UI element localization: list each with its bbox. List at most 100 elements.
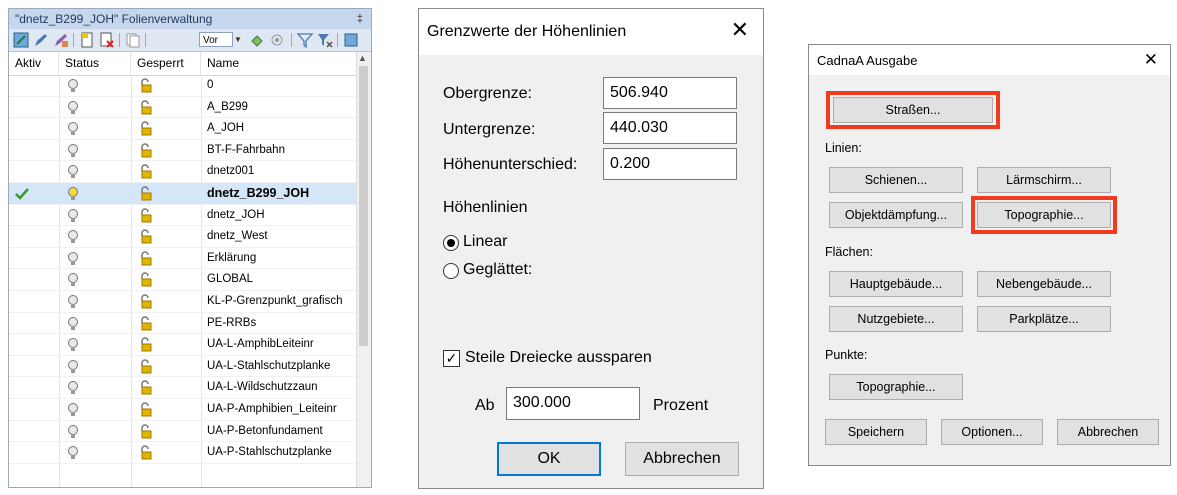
active-check-icon[interactable] <box>15 183 29 205</box>
lightbulb-icon[interactable] <box>67 421 79 443</box>
layer-row[interactable]: A_B299 <box>9 97 359 119</box>
scroll-up-icon[interactable]: ▲ <box>358 53 367 63</box>
layer-row[interactable]: dnetz_JOH <box>9 205 359 227</box>
lock-open-icon[interactable] <box>139 356 153 378</box>
column-header-name[interactable]: Name <box>201 52 359 75</box>
objektdaempfung-button[interactable]: Objektdämpfung... <box>829 202 963 228</box>
layer-row[interactable]: Erklärung <box>9 248 359 270</box>
topographie-punkte-button[interactable]: Topographie... <box>829 374 963 400</box>
lock-open-icon[interactable] <box>139 97 153 119</box>
column-header-status[interactable]: Status <box>59 52 131 75</box>
close-icon[interactable]: ✕ <box>731 19 749 41</box>
layer-row[interactable]: BT-F-Fahrbahn <box>9 140 359 162</box>
nutzgebiete-button[interactable]: Nutzgebiete... <box>829 306 963 332</box>
steile-dreiecke-checkbox[interactable]: ✓ <box>443 350 460 367</box>
lightbulb-icon[interactable] <box>67 399 79 421</box>
lightbulb-icon[interactable] <box>67 226 79 248</box>
steile-dreiecke-label[interactable]: Steile Dreiecke aussparen <box>465 349 652 367</box>
lightbulb-icon[interactable] <box>67 97 79 119</box>
abbrechen-button[interactable]: Abbrechen <box>1057 419 1159 445</box>
hoehenunterschied-field[interactable]: 0.200 <box>603 148 737 180</box>
parkplaetze-button[interactable]: Parkplätze... <box>977 306 1111 332</box>
layer-row[interactable]: GLOBAL <box>9 269 359 291</box>
lightbulb-icon[interactable] <box>67 248 79 270</box>
lock-open-icon[interactable] <box>139 183 153 205</box>
lock-open-icon[interactable] <box>139 442 153 464</box>
lock-open-icon[interactable] <box>139 118 153 140</box>
new-layer-active-icon[interactable] <box>13 32 29 48</box>
lightbulb-icon[interactable] <box>67 377 79 399</box>
lightbulb-icon[interactable] <box>67 269 79 291</box>
layer-row[interactable]: dnetz_West <box>9 226 359 248</box>
untergrenze-field[interactable]: 440.030 <box>603 112 737 144</box>
visibility-icon[interactable] <box>269 32 285 48</box>
color-bucket-icon[interactable] <box>249 32 265 48</box>
scrollbar-thumb[interactable] <box>359 66 368 346</box>
topographie-linien-button[interactable]: Topographie... <box>977 202 1111 228</box>
hauptgebaeude-button[interactable]: Hauptgebäude... <box>829 271 963 297</box>
lightbulb-icon[interactable] <box>67 118 79 140</box>
speichern-button[interactable]: Speichern <box>825 419 927 445</box>
lightbulb-icon[interactable] <box>67 442 79 464</box>
filter-clear-icon[interactable] <box>317 32 333 48</box>
layer-row[interactable]: PE-RRBs <box>9 313 359 335</box>
layer-row[interactable]: UA-P-Amphibien_Leiteinr <box>9 399 359 421</box>
abbrechen-button[interactable]: Abbrechen <box>625 442 739 476</box>
layer-row[interactable]: dnetz_B299_JOH <box>9 182 359 205</box>
chevron-down-icon[interactable]: ▼ <box>233 32 243 47</box>
layer-row[interactable]: KL-P-Grenzpunkt_grafisch <box>9 291 359 313</box>
schienen-button[interactable]: Schienen... <box>829 167 963 193</box>
strassen-button[interactable]: Straßen... <box>833 97 993 123</box>
copy-icon[interactable] <box>125 32 141 48</box>
lock-open-icon[interactable] <box>139 140 153 162</box>
obergrenze-field[interactable]: 506.940 <box>603 77 737 109</box>
layer-row[interactable]: UA-P-Stahlschutzplanke <box>9 442 359 464</box>
edit-layer-icon[interactable] <box>33 32 49 48</box>
new-document-icon[interactable] <box>79 32 95 48</box>
filter-icon[interactable] <box>296 32 314 49</box>
layer-list-scrollbar[interactable]: ▲ <box>356 52 371 487</box>
lightbulb-icon[interactable] <box>67 183 79 205</box>
lightbulb-icon[interactable] <box>67 140 79 162</box>
lightbulb-icon[interactable] <box>67 334 79 356</box>
lock-open-icon[interactable] <box>139 399 153 421</box>
lock-open-icon[interactable] <box>139 377 153 399</box>
lightbulb-icon[interactable] <box>67 356 79 378</box>
lightbulb-icon[interactable] <box>67 205 79 227</box>
close-icon[interactable]: ✕ <box>1144 50 1158 70</box>
lock-open-icon[interactable] <box>139 75 153 97</box>
lightbulb-icon[interactable] <box>67 161 79 183</box>
layer-row[interactable]: UA-P-Betonfundament <box>9 421 359 443</box>
lightbulb-icon[interactable] <box>67 313 79 335</box>
lock-open-icon[interactable] <box>139 205 153 227</box>
column-header-aktiv[interactable]: Aktiv <box>9 52 59 75</box>
lock-open-icon[interactable] <box>139 269 153 291</box>
pin-icon[interactable]: ‡ <box>357 9 363 29</box>
layer-settings-icon[interactable] <box>343 32 359 48</box>
layer-row[interactable]: dnetz001 <box>9 161 359 183</box>
layer-row[interactable]: UA-L-AmphibLeiteinr <box>9 334 359 356</box>
layer-filter-combo[interactable]: Vor <box>199 32 233 47</box>
layer-row[interactable]: UA-L-Stahlschutzplanke <box>9 356 359 378</box>
ok-button[interactable]: OK <box>497 442 601 476</box>
geglaettet-label[interactable]: Geglättet: <box>463 261 532 279</box>
linear-radio[interactable] <box>443 235 459 251</box>
lock-open-icon[interactable] <box>139 334 153 356</box>
layer-properties-icon[interactable] <box>53 32 69 48</box>
lock-open-icon[interactable] <box>139 161 153 183</box>
linear-label[interactable]: Linear <box>463 233 507 251</box>
nebengebaeude-button[interactable]: Nebengebäude... <box>977 271 1111 297</box>
laermschirm-button[interactable]: Lärmschirm... <box>977 167 1111 193</box>
lightbulb-icon[interactable] <box>67 75 79 97</box>
layer-row[interactable]: A_JOH <box>9 118 359 140</box>
lock-open-icon[interactable] <box>139 421 153 443</box>
column-header-gesperrt[interactable]: Gesperrt <box>131 52 201 75</box>
delete-layer-icon[interactable] <box>99 32 115 48</box>
lightbulb-icon[interactable] <box>67 291 79 313</box>
lock-open-icon[interactable] <box>139 291 153 313</box>
lock-open-icon[interactable] <box>139 248 153 270</box>
lock-open-icon[interactable] <box>139 313 153 335</box>
prozent-field[interactable]: 300.000 <box>506 387 640 420</box>
layer-row[interactable]: 0 <box>9 75 359 97</box>
lock-open-icon[interactable] <box>139 226 153 248</box>
